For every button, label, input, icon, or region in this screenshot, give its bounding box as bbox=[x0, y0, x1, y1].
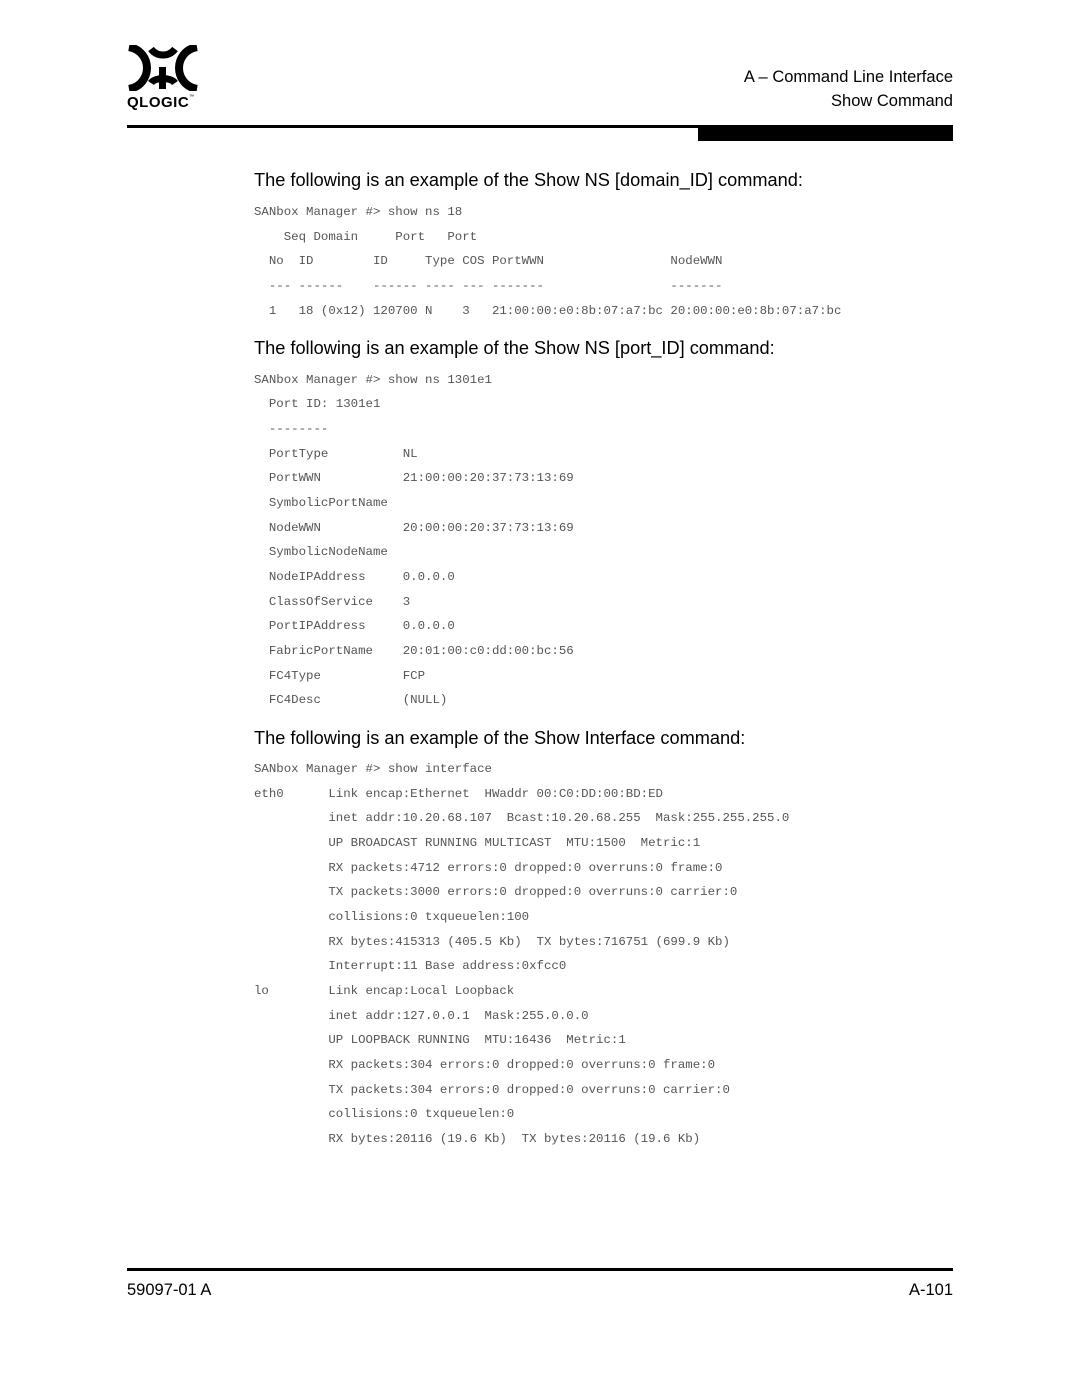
code-line: RX bytes:20116 (19.6 Kb) TX bytes:20116 … bbox=[254, 1132, 701, 1146]
code-line: NodeWWN 20:00:00:20:37:73:13:69 bbox=[254, 521, 574, 535]
code-line: inet addr:10.20.68.107 Bcast:10.20.68.25… bbox=[254, 811, 790, 825]
code-line: Interrupt:11 Base address:0xfcc0 bbox=[254, 959, 567, 973]
code-line: FabricPortName 20:01:00:c0:dd:00:bc:56 bbox=[254, 644, 574, 658]
code-line: PortIPAddress 0.0.0.0 bbox=[254, 619, 455, 633]
section-heading-show-ns-domain: The following is an example of the Show … bbox=[254, 170, 803, 190]
code-line: -------- bbox=[254, 422, 329, 436]
code-line: inet addr:127.0.0.1 Mask:255.0.0.0 bbox=[254, 1009, 589, 1023]
chapter-title: A – Command Line Interface bbox=[743, 68, 953, 86]
code-line: FC4Desc (NULL) bbox=[254, 693, 448, 707]
code-line: RX bytes:415313 (405.5 Kb) TX bytes:7167… bbox=[254, 935, 730, 949]
logo-wordmark: QLOGIC™ bbox=[127, 94, 195, 111]
code-line: TX packets:304 errors:0 dropped:0 overru… bbox=[254, 1083, 730, 1097]
code-line: UP BROADCAST RUNNING MULTICAST MTU:1500 … bbox=[254, 836, 701, 850]
code-line: NodeIPAddress 0.0.0.0 bbox=[254, 570, 455, 584]
code-line: --- ------ ------ ---- --- ------- -----… bbox=[254, 279, 723, 293]
code-line: SANbox Manager #> show ns 18 bbox=[254, 205, 463, 219]
header-rule-block bbox=[698, 125, 953, 141]
code-line: eth0 Link encap:Ethernet HWaddr 00:C0:DD… bbox=[254, 787, 663, 801]
logo-text: QLOGIC bbox=[127, 94, 190, 111]
section-heading-show-ns-port: The following is an example of the Show … bbox=[254, 338, 775, 358]
code-line: collisions:0 txqueuelen:100 bbox=[254, 910, 530, 924]
page-number: A-101 bbox=[908, 1281, 953, 1299]
code-line: FC4Type FCP bbox=[254, 669, 426, 683]
code-line: RX packets:4712 errors:0 dropped:0 overr… bbox=[254, 861, 723, 875]
code-line: No ID ID Type COS PortWWN NodeWWN bbox=[254, 254, 723, 268]
code-line: RX packets:304 errors:0 dropped:0 overru… bbox=[254, 1058, 716, 1072]
code-line: TX packets:3000 errors:0 dropped:0 overr… bbox=[254, 885, 738, 899]
code-line: Seq Domain Port Port bbox=[254, 230, 478, 244]
trademark-symbol: ™ bbox=[189, 94, 195, 100]
section-heading-show-interface: The following is an example of the Show … bbox=[254, 728, 746, 748]
code-line: Port ID: 1301e1 bbox=[254, 397, 381, 411]
code-line: lo Link encap:Local Loopback bbox=[254, 984, 515, 998]
code-line: SymbolicNodeName bbox=[254, 545, 388, 559]
qlogic-logo-icon bbox=[128, 45, 198, 91]
code-line: SymbolicPortName bbox=[254, 496, 388, 510]
code-line: SANbox Manager #> show ns 1301e1 bbox=[254, 373, 492, 387]
footer-rule bbox=[127, 1268, 953, 1271]
code-line: 1 18 (0x12) 120700 N 3 21:00:00:e0:8b:07… bbox=[254, 304, 842, 318]
qlogic-logo: QLOGIC™ bbox=[127, 45, 199, 115]
code-line: PortWWN 21:00:00:20:37:73:13:69 bbox=[254, 471, 574, 485]
code-line: UP LOOPBACK RUNNING MTU:16436 Metric:1 bbox=[254, 1033, 626, 1047]
code-line: collisions:0 txqueuelen:0 bbox=[254, 1107, 515, 1121]
code-line: SANbox Manager #> show interface bbox=[254, 762, 492, 776]
code-line: PortType NL bbox=[254, 447, 418, 461]
document-number: 59097-01 A bbox=[127, 1281, 212, 1299]
section-title: Show Command bbox=[831, 92, 953, 110]
code-line: ClassOfService 3 bbox=[254, 595, 411, 609]
